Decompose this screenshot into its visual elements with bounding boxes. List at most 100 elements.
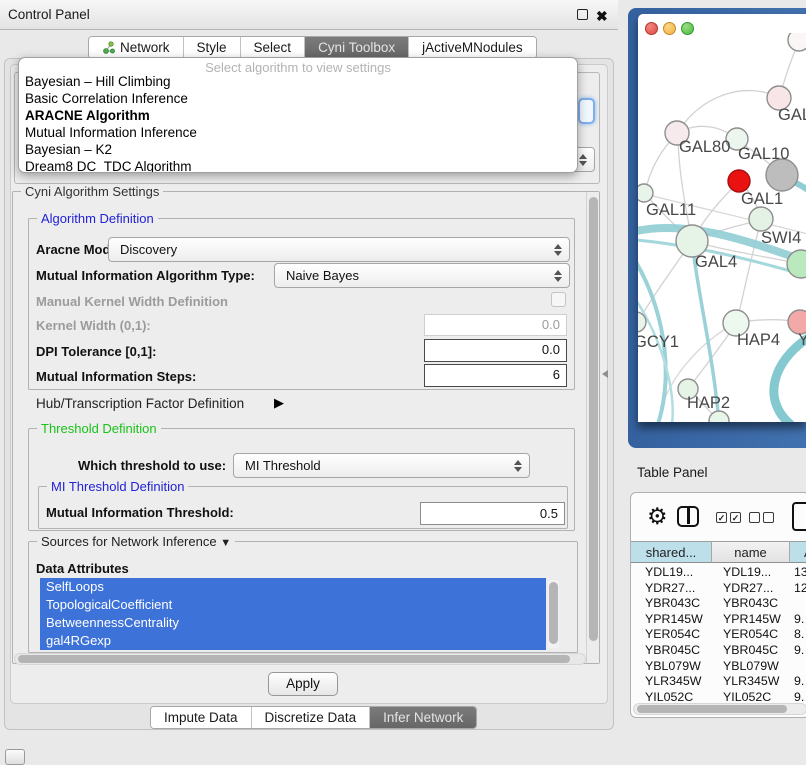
mi-type-combo[interactable]: Naive Bayes [274, 263, 570, 288]
node-label-hap4: HAP4 [737, 331, 780, 349]
which-threshold-value: MI Threshold [245, 454, 321, 477]
table-row[interactable]: YDR27... YDR27... 12 [631, 581, 806, 597]
tab-cyni-toolbox[interactable]: Cyni Toolbox [305, 37, 409, 58]
data-attributes-list: SelfLoops TopologicalCoefficient Between… [40, 578, 546, 650]
which-threshold-combo[interactable]: MI Threshold [233, 453, 530, 478]
manual-kernel-checkbox[interactable] [551, 292, 566, 307]
tab-impute-data[interactable]: Impute Data [151, 707, 252, 728]
dpi-tolerance-label: DPI Tolerance [0,1]: [36, 344, 156, 359]
column-header-name[interactable]: name [712, 541, 790, 563]
network-node-gal1[interactable] [749, 207, 773, 231]
node-label-swi4: SWI4 [761, 229, 801, 247]
checked-checkbox-icon[interactable]: ✓ [716, 512, 727, 523]
combo-stepper-icon [514, 460, 522, 472]
node-label-gcy1: GCY1 [638, 333, 679, 351]
attribute-item[interactable]: BetweennessCentrality [40, 614, 546, 632]
float-window-icon[interactable] [577, 9, 588, 20]
mi-steps-field[interactable]: 6 [424, 364, 567, 387]
hub-definition-label: Hub/Transcription Factor Definition [36, 396, 244, 411]
combo-stepper-icon [554, 244, 562, 256]
network-node-gal11[interactable] [638, 184, 653, 202]
attributes-scroll-thumb[interactable] [549, 582, 558, 644]
control-panel-titlebar: Control Panel ✖ [0, 0, 618, 30]
settings-horizontal-scrollbar[interactable] [14, 653, 586, 665]
settings-scroll-thumb[interactable] [589, 197, 598, 641]
column-header-shared-name[interactable]: shared... [631, 541, 712, 563]
algorithm-dropdown-popup: Select algorithm to view settings Bayesi… [18, 57, 578, 173]
threshold-definition-title: Threshold Definition [37, 421, 161, 436]
node-label-gal11: GAL11 [646, 201, 696, 219]
mi-type-label: Mutual Information Algorithm Type: [36, 268, 255, 283]
node-label-gal10: GAL10 [738, 145, 789, 163]
table-row[interactable]: YBL079W YBL079W [631, 659, 806, 675]
attribute-item[interactable]: TopologicalCoefficient [40, 596, 546, 614]
settings-vertical-scrollbar[interactable] [586, 192, 599, 663]
algorithm-combo-focused-stepper[interactable] [578, 98, 595, 124]
network-tab-icon [102, 41, 115, 54]
tab-infer-network[interactable]: Infer Network [370, 707, 476, 728]
mi-threshold-group-title: MI Threshold Definition [47, 479, 188, 494]
table-panel-title: Table Panel [637, 465, 708, 480]
attributes-vertical-scrollbar[interactable] [548, 580, 559, 648]
node-label: GAL [778, 106, 806, 124]
unchecked-checkbox-icon[interactable] [749, 512, 760, 523]
column-view-icon[interactable] [677, 506, 699, 527]
attribute-item[interactable]: gal4RGexp [40, 632, 546, 650]
network-canvas[interactable]: GAL GAL80 GAL10 GAL1 GAL11 GAL4 SWI4 GCY… [638, 33, 806, 422]
mi-threshold-label: Mutual Information Threshold: [46, 505, 234, 520]
tab-jactivemnodules[interactable]: jActiveMNodules [409, 37, 536, 58]
attribute-item[interactable]: SelfLoops [40, 578, 546, 596]
network-node-red[interactable] [728, 170, 750, 192]
apply-button[interactable]: Apply [268, 672, 338, 696]
cyni-bottom-tabs: Impute Data Discretize Data Infer Networ… [150, 706, 477, 729]
network-node-gray[interactable] [766, 159, 798, 191]
algorithm-option[interactable]: Dream8 DC_TDC Algorithm [23, 158, 573, 173]
gear-icon[interactable]: ⚙ [647, 503, 668, 530]
combo-stepper-icon [554, 270, 562, 282]
kernel-width-field[interactable]: 0.0 [424, 314, 567, 336]
node-label-hap2: HAP2 [687, 394, 730, 412]
table-row[interactable]: YLR345W YLR345W 9. [631, 674, 806, 690]
algorithm-option[interactable]: Bayesian – K2 [23, 141, 573, 158]
table-row[interactable]: YPR145W YPR145W 9. [631, 612, 806, 628]
aracne-mode-combo[interactable]: Discovery [108, 237, 570, 262]
algorithm-definition-title: Algorithm Definition [37, 211, 158, 226]
manual-kernel-label: Manual Kernel Width Definition [36, 294, 228, 309]
node-label-gal4: GAL4 [695, 253, 737, 271]
kernel-width-label: Kernel Width (0,1): [36, 318, 151, 333]
algorithm-option[interactable]: Mutual Information Inference [23, 124, 573, 141]
table-horizontal-scrollbar[interactable] [633, 703, 806, 715]
tab-select[interactable]: Select [241, 37, 306, 58]
algorithm-option[interactable]: Bayesian – Hill Climbing [23, 73, 573, 90]
sources-group-title: Sources for Network Inference ▼ [37, 534, 235, 549]
sources-collapse-arrow-icon[interactable]: ▼ [220, 537, 231, 549]
network-node[interactable] [709, 411, 729, 422]
tab-network[interactable]: Network [89, 37, 184, 58]
panel-splitter-handle[interactable] [602, 370, 608, 378]
aracne-mode-value: Discovery [120, 238, 177, 261]
node-label-gal80: GAL80 [679, 138, 730, 156]
table-row[interactable]: YER054C YER054C 8. [631, 627, 806, 643]
tab-discretize-data[interactable]: Discretize Data [252, 707, 371, 728]
column-header-partial[interactable]: A [790, 541, 806, 563]
algorithm-option[interactable]: Basic Correlation Inference [23, 90, 573, 107]
algorithm-option-selected[interactable]: ARACNE Algorithm [23, 107, 573, 124]
table-row[interactable]: YBR043C YBR043C [631, 596, 806, 612]
hub-expand-arrow-icon[interactable]: ▶ [274, 395, 284, 411]
dpi-tolerance-field[interactable]: 0.0 [424, 339, 567, 362]
checked-checkbox-icon[interactable]: ✓ [730, 512, 741, 523]
table-panel: ⚙ ✓ ✓ shared... name A YDL19... YDL19...… [630, 492, 806, 718]
mi-type-value: Naive Bayes [286, 264, 359, 287]
network-node[interactable] [788, 33, 806, 51]
node-label: Y [798, 331, 806, 349]
settings-hscroll-thumb[interactable] [18, 655, 570, 663]
table-hscroll-thumb[interactable] [637, 705, 787, 713]
mi-threshold-field[interactable]: 0.5 [420, 502, 565, 525]
document-icon[interactable] [792, 502, 806, 531]
close-window-icon[interactable]: ✖ [596, 10, 608, 22]
unchecked-checkbox-icon[interactable] [763, 512, 774, 523]
table-row[interactable]: YDL19... YDL19... 13 [631, 565, 806, 581]
tab-style[interactable]: Style [184, 37, 241, 58]
bottom-corner-button[interactable] [5, 749, 25, 765]
table-row[interactable]: YBR045C YBR045C 9. [631, 643, 806, 659]
